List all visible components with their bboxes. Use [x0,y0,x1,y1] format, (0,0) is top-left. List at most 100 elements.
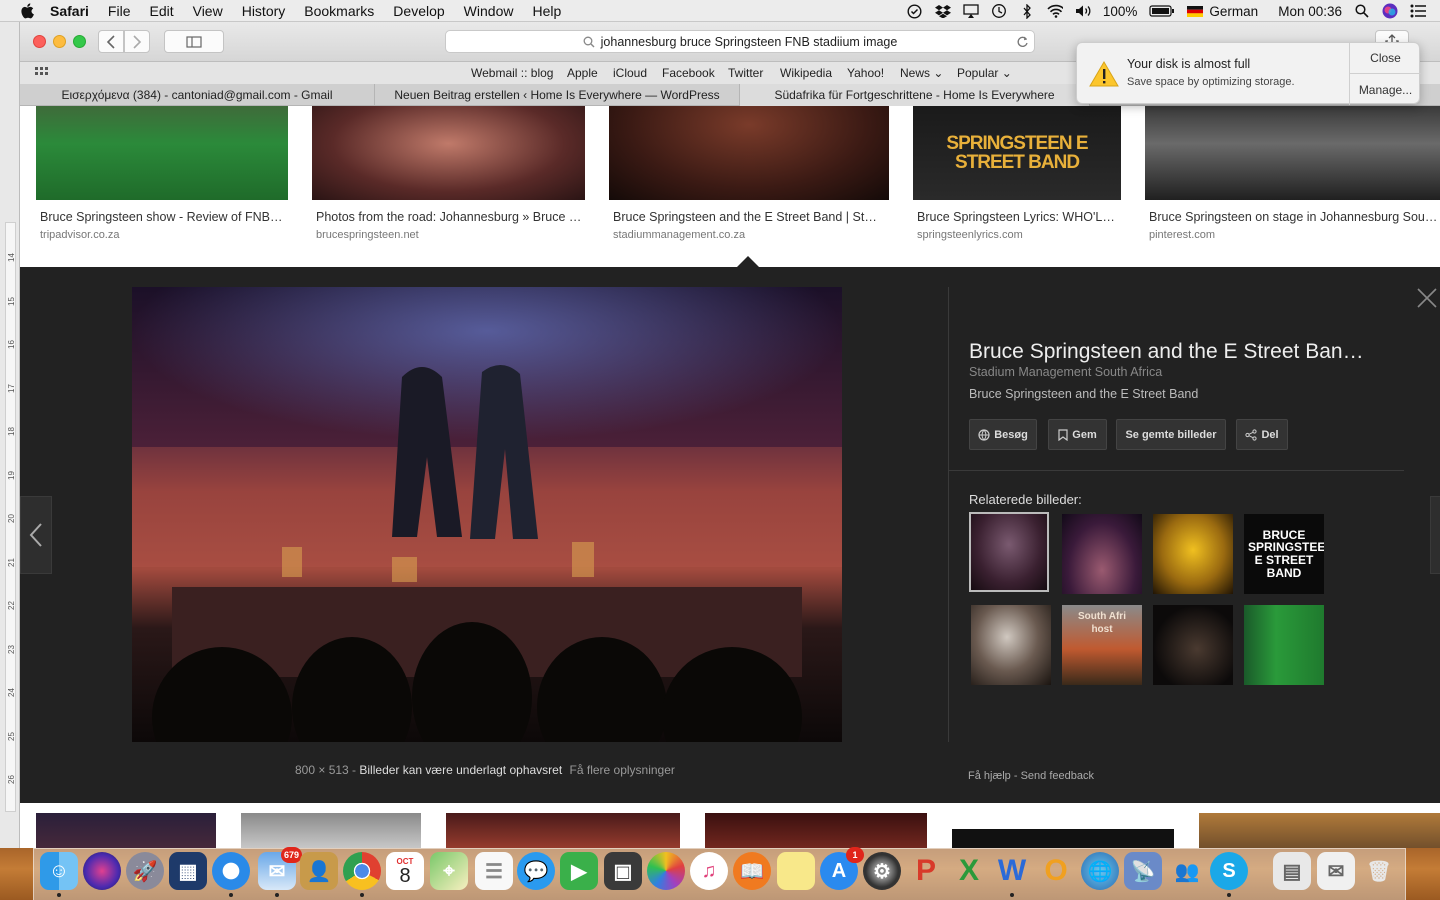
trash-dock-icon[interactable]: 🗑 [1360,852,1398,890]
more-info-link[interactable]: Få flere oplysninger [570,763,675,777]
visit-button[interactable]: Besøg [969,419,1037,450]
favorite-wikipedia[interactable]: Wikipedia [780,66,832,80]
help-link[interactable]: Få hjælp [968,770,1011,782]
menu-edit[interactable]: Edit [149,3,173,19]
menu-bookmarks[interactable]: Bookmarks [304,3,374,19]
back-button[interactable] [98,30,124,53]
favorite-twitter[interactable]: Twitter [728,66,763,80]
chrome-dock-icon[interactable] [343,852,381,890]
result-image[interactable] [241,813,421,848]
result-image[interactable] [705,813,927,848]
siri-dock-icon[interactable] [83,852,121,890]
menubar-clock[interactable]: Mon 00:36 [1278,4,1342,19]
result-title[interactable]: Photos from the road: Johannesburg » Bru… [316,210,586,224]
battery-icon[interactable] [1149,3,1175,19]
airplay-icon[interactable] [963,3,979,19]
related-image-football-field[interactable] [1244,605,1324,685]
favorite-popular-folder[interactable]: Popular ⌄ [957,66,1012,80]
word-dock-icon[interactable]: W [993,852,1031,890]
ibooks-dock-icon[interactable]: 📖 [733,852,771,890]
tab-wordpress[interactable]: Neuen Beitrag erstellen ‹ Home Is Everyw… [375,84,740,106]
result-image[interactable] [952,813,1174,848]
document-stack-icon[interactable]: ▤ [1273,852,1311,890]
related-image-stadium-aerial[interactable]: South Afri host [1062,605,1142,685]
result-image[interactable] [1199,813,1440,848]
previous-image-button[interactable] [20,496,52,574]
menu-history[interactable]: History [242,3,286,19]
reload-icon[interactable] [1016,35,1029,48]
result-title[interactable]: Bruce Springsteen and the E Street Band … [613,210,883,224]
app-store-dock-icon[interactable]: A1 [820,847,864,890]
outlook-dock-icon[interactable]: O [1037,852,1075,890]
facetime-dock-icon[interactable]: ▶ [560,852,598,890]
time-machine-icon[interactable] [991,3,1007,19]
menu-file[interactable]: File [108,3,131,19]
wifi-icon[interactable] [1047,3,1063,19]
preview-image[interactable] [132,287,842,742]
itunes-dock-icon[interactable]: ♫ [690,852,728,890]
close-window-button[interactable] [33,35,46,48]
skype-dock-icon[interactable]: S [1210,852,1248,890]
close-preview-button[interactable] [1416,287,1438,309]
result-title[interactable]: Bruce Springsteen show - Review of FNB… [40,210,290,224]
favorite-icloud[interactable]: iCloud [613,66,647,80]
downloads-stack-icon[interactable]: ✉ [1317,852,1355,890]
forward-button[interactable] [124,30,150,53]
notification-manage-button[interactable]: Manage... [1349,74,1421,105]
favorite-facebook[interactable]: Facebook [662,66,715,80]
address-bar[interactable]: johannesburg bruce Springsteen FNB stadi… [445,30,1035,53]
safari-compass-icon[interactable] [212,852,250,890]
task-check-icon[interactable] [907,3,923,19]
input-source-label[interactable]: German [1209,4,1258,19]
tab-suedafrika[interactable]: Südafrika für Fortgeschrittene - Home Is… [740,84,1090,106]
powerpoint-dock-icon[interactable]: P [907,852,945,890]
reminders-dock-icon[interactable]: ☰ [475,852,513,890]
finder-dock-icon[interactable]: ☺ [40,852,78,890]
result-image-stadium-field[interactable] [36,106,288,200]
result-image-springsteen-logo[interactable]: SPRINGSTEEN E STREET BAND [913,106,1121,200]
notification-close-button[interactable]: Close [1349,43,1421,74]
photos-dock-icon[interactable] [647,852,685,890]
sidebar-toggle-button[interactable] [164,30,224,53]
photo-booth-dock-icon[interactable]: ▣ [604,852,642,890]
notes-dock-icon[interactable] [777,852,815,890]
messages-dock-icon[interactable]: 💬 [517,852,555,890]
volume-icon[interactable] [1075,3,1091,19]
dropbox-icon[interactable] [934,3,951,19]
result-image-e-street-band[interactable] [609,106,889,200]
related-image-logo[interactable]: BRUCE SPRINGSTEEN E STREET BAND [1244,514,1324,594]
feedback-link[interactable]: Send feedback [1021,770,1094,782]
minimize-window-button[interactable] [53,35,66,48]
german-flag-icon[interactable] [1187,3,1204,19]
menu-view[interactable]: View [193,3,223,19]
launchpad-dock-icon[interactable]: 🚀 [126,852,164,890]
mail-dock-icon[interactable]: ✉ 679 [258,847,302,890]
result-image[interactable] [36,813,216,848]
result-image-concert-crowd[interactable] [312,106,585,200]
preview-title[interactable]: Bruce Springsteen and the E Street Ban… [969,340,1364,364]
result-title[interactable]: Bruce Springsteen Lyrics: WHO'L… [917,210,1117,224]
menu-window[interactable]: Window [464,3,514,19]
system-preferences-dock-icon[interactable]: ⚙ [863,852,901,890]
notification-center-icon[interactable] [1410,3,1426,19]
share-button[interactable]: Del [1236,419,1288,450]
save-button[interactable]: Gem [1048,419,1107,450]
next-image-button[interactable] [1430,496,1440,574]
result-image-stage-bw[interactable] [1145,106,1440,200]
menu-app-safari[interactable]: Safari [50,3,89,19]
zoom-window-button[interactable] [73,35,86,48]
menu-help[interactable]: Help [532,3,561,19]
view-saved-button[interactable]: Se gemte billeder [1116,419,1226,450]
people-dock-icon[interactable]: 👥 [1168,852,1206,890]
related-image-singer-smoke[interactable] [971,605,1051,685]
favorite-webmail[interactable]: Webmail :: blog [471,66,553,80]
contacts-dock-icon[interactable]: 👤 [300,852,338,890]
apple-menu-icon[interactable] [18,2,36,19]
siri-icon[interactable] [1382,3,1398,19]
related-image-stadium-night[interactable] [1062,514,1142,594]
tab-gmail[interactable]: Εισερχόμενα (384) - cantoniad@gmail.com … [20,84,375,106]
result-title[interactable]: Bruce Springsteen on stage in Johannesbu… [1149,210,1439,224]
favorite-news-folder[interactable]: News ⌄ [900,66,943,80]
mission-control-dock-icon[interactable]: ▦ [169,852,207,890]
menu-develop[interactable]: Develop [393,3,444,19]
